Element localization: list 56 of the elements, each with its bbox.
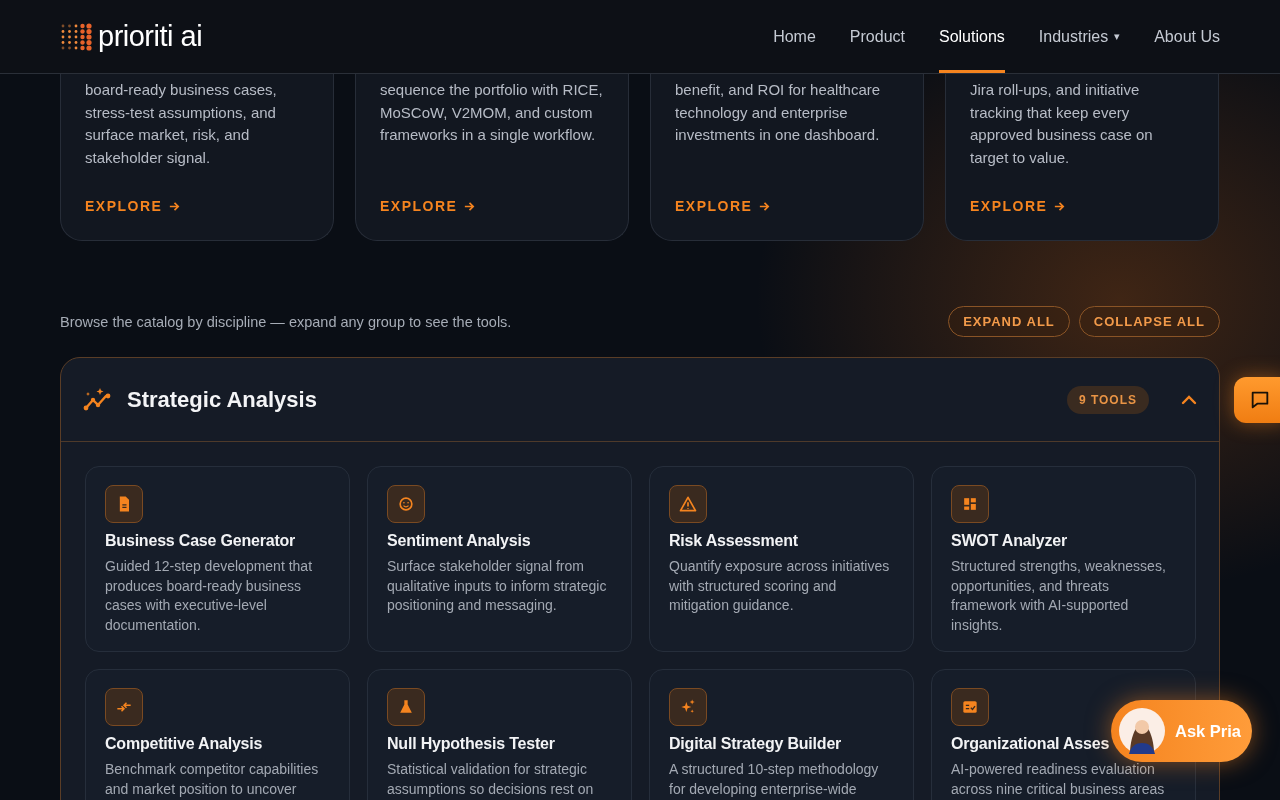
tool-card[interactable]: Competitive Analysis Benchmark competitor capabilities and market position to uncover <box>85 669 350 800</box>
explore-link[interactable]: EXPLORE <box>380 198 477 214</box>
nav-link[interactable]: About Us <box>1154 0 1220 73</box>
tool-icon <box>951 485 989 523</box>
tool-icon <box>669 688 707 726</box>
tool-title: Business Case Generator <box>105 532 296 550</box>
nav-link[interactable]: Industries ▾ <box>1038 0 1121 73</box>
tool-card[interactable]: Business Case Generator Guided 12-step development that produces board-ready business cases with executive-level documentation. <box>85 466 350 652</box>
card-description: sequence the portfolio with RICE, MoSCoW, V2MOM, and custom frameworks in a single workflow. <box>380 80 604 145</box>
dropdown-caret: ▾ <box>1114 30 1121 43</box>
tool-card[interactable]: SWOT Analyzer Structured strengths, weaknesses, opportunities, and threats framework with AI-supported insights. <box>931 466 1196 652</box>
tool-card[interactable]: Sentiment Analysis Surface stakeholder signal from qualitative inputs to inform strategic positioning and messaging. <box>367 466 632 652</box>
tool-icon <box>105 485 143 523</box>
tool-description: Statistical validation for strategic assumptions so decisions rest on <box>387 760 595 799</box>
explore-link[interactable]: EXPLORE <box>675 198 772 214</box>
trend-sparkle-icon <box>83 386 113 413</box>
chat-icon <box>1249 389 1271 411</box>
tool-title: Digital Strategy Builder <box>669 735 842 753</box>
tool-icon <box>387 485 425 523</box>
explore-link[interactable]: EXPLORE <box>970 198 1067 214</box>
tool-title: Sentiment Analysis <box>387 532 531 550</box>
logo-text[interactable]: prioriti ai <box>98 20 203 53</box>
tool-title: Competitive Analysis <box>105 735 263 753</box>
tool-description: Surface stakeholder signal from qualitative inputs to inform strategic positioning and messaging. <box>387 557 608 615</box>
tool-card[interactable]: Null Hypothesis Tester Statistical validation for strategic assumptions so decisions rest on <box>367 669 632 800</box>
tool-icon <box>951 688 989 726</box>
nav-link[interactable]: Product <box>849 0 905 73</box>
tool-description: Guided 12-step development that produces board-ready business cases with executive-level documentation. <box>105 557 314 635</box>
catalog-intro: Browse the catalog by discipline — expand any group to see the tools. <box>60 313 512 330</box>
card-description: benefit, and ROI for healthcare technology and enterprise investments in one dashboard. <box>675 80 882 145</box>
tool-icon <box>387 688 425 726</box>
tool-title: SWOT Analyzer <box>951 532 1067 550</box>
tool-description: Quantify exposure across initiatives with structured scoring and mitigation guidance. <box>669 557 891 615</box>
tool-title: Organizational Asses <box>951 735 1110 753</box>
card-description: Jira roll-ups, and initiative tracking that keep every approved business case on target to value. <box>970 80 1154 168</box>
tool-title: Risk Assessment <box>669 532 798 550</box>
group-title: Strategic Analysis <box>127 386 317 413</box>
tool-title: Null Hypothesis Tester <box>387 735 555 753</box>
tool-count: 9 TOOLS <box>1066 385 1149 414</box>
tool-description: Structured strengths, weaknesses, opportunities, and threats framework with AI-supported insights. <box>951 557 1167 635</box>
logo-icon <box>60 22 92 51</box>
explore-link[interactable]: EXPLORE <box>85 198 182 214</box>
tool-description: Benchmark competitor capabilities and market position to uncover <box>105 760 320 799</box>
toggle-all-button[interactable]: EXPAND ALL <box>948 306 1070 337</box>
tool-description: A structured 10-step methodology for developing enterprise-wide <box>669 760 880 799</box>
toggle-all-button[interactable]: COLLAPSE ALL <box>1078 306 1220 337</box>
card-description: board-ready business cases, stress-test assumptions, and surface market, risk, and stakeholder signal. <box>85 80 278 168</box>
tool-card[interactable]: Digital Strategy Builder A structured 10-step methodology for developing enterprise-wide <box>649 669 914 800</box>
tool-icon <box>105 688 143 726</box>
chevron-icon[interactable] <box>1181 394 1197 405</box>
tool-icon <box>669 485 707 523</box>
tool-description: AI-powered readiness evaluation across nine critical business areas <box>951 760 1166 799</box>
nav-link[interactable]: Home <box>773 0 816 73</box>
tool-card[interactable]: Risk Assessment Quantify exposure across initiatives with structured scoring and mitigation guidance. <box>649 466 914 652</box>
avatar-icon <box>1119 708 1165 754</box>
chat-button[interactable] <box>1234 377 1280 423</box>
